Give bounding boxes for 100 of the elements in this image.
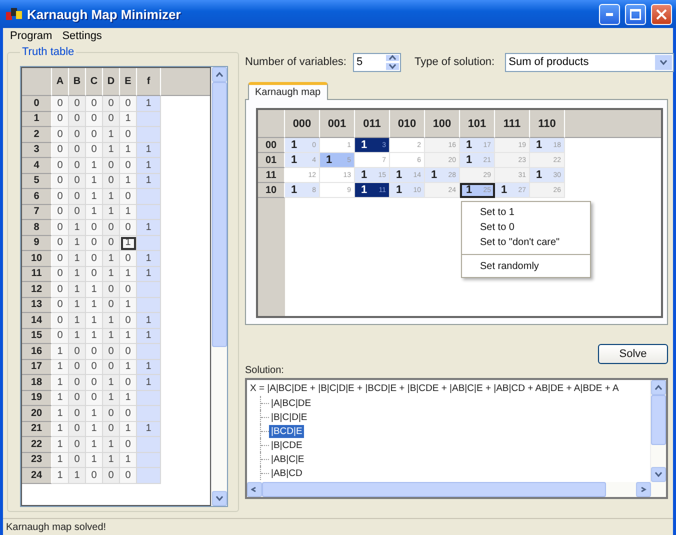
table-cell[interactable]: 0 (120, 313, 137, 328)
table-cell[interactable]: 1 (120, 422, 137, 437)
row-header[interactable]: 22 (22, 437, 52, 452)
table-cell[interactable]: 0 (86, 220, 103, 236)
table-cell[interactable]: 0 (69, 127, 86, 142)
table-cell[interactable]: 1 (137, 375, 161, 390)
table-cell[interactable]: 1 (86, 328, 103, 344)
table-cell[interactable] (137, 112, 161, 127)
table-cell[interactable]: 0 (103, 298, 120, 313)
table-cell[interactable]: 0 (103, 282, 120, 298)
column-header[interactable]: E (120, 68, 137, 96)
table-cell[interactable]: 0 (69, 142, 86, 158)
table-cell[interactable]: 1 (120, 204, 137, 220)
table-cell[interactable]: 0 (52, 142, 69, 158)
table-cell[interactable]: 0 (69, 360, 86, 375)
scrollbar[interactable] (211, 67, 227, 506)
table-cell[interactable]: 1 (120, 390, 137, 406)
table-cell[interactable]: 0 (86, 344, 103, 360)
table-cell[interactable]: 1 (103, 328, 120, 344)
row-header[interactable]: 6 (22, 189, 52, 204)
variables-spinner[interactable]: 5 (352, 52, 400, 72)
table-cell[interactable]: 0 (86, 127, 103, 142)
table-cell[interactable]: 1 (103, 127, 120, 142)
table-cell[interactable]: 1 (52, 437, 69, 452)
table-cell[interactable]: 0 (52, 313, 69, 328)
table-cell[interactable]: 0 (120, 437, 137, 452)
table-cell[interactable]: 1 (86, 298, 103, 313)
table-cell[interactable]: 0 (69, 174, 86, 189)
table-cell[interactable]: 0 (86, 266, 103, 282)
row-header[interactable]: 19 (22, 390, 52, 406)
table-cell[interactable] (137, 406, 161, 422)
table-cell[interactable] (137, 282, 161, 298)
table-cell[interactable]: 1 (69, 298, 86, 313)
table-cell[interactable]: 1 (137, 142, 161, 158)
row-header[interactable]: 21 (22, 422, 52, 437)
table-cell[interactable] (137, 189, 161, 204)
horizontal-scrollbar[interactable] (247, 482, 666, 497)
table-cell[interactable]: 0 (120, 375, 137, 390)
table-cell[interactable]: 0 (86, 96, 103, 112)
menu-item[interactable]: Settings (58, 30, 106, 42)
table-cell[interactable]: 1 (137, 266, 161, 282)
table-cell[interactable]: 1 (120, 360, 137, 375)
row-header[interactable]: 5 (22, 174, 52, 189)
table-cell[interactable]: 0 (69, 112, 86, 127)
minimize-button[interactable] (599, 4, 620, 24)
table-cell[interactable]: 0 (103, 236, 120, 251)
table-cell[interactable]: 1 (86, 204, 103, 220)
column-header[interactable]: B (69, 68, 86, 96)
row-header[interactable]: 13 (22, 298, 52, 313)
tree-item[interactable]: |B|C|D|E (269, 410, 310, 424)
table-cell[interactable]: 1 (69, 236, 86, 251)
table-cell[interactable]: 1 (86, 422, 103, 437)
row-header[interactable]: 11 (258, 168, 285, 183)
context-menu-item[interactable]: Set to 1 (462, 205, 590, 220)
column-header[interactable]: D (103, 68, 120, 96)
table-cell[interactable]: 0 (69, 189, 86, 204)
table-cell[interactable]: 1 (103, 452, 120, 468)
table-cell[interactable]: 1 (86, 282, 103, 298)
table-cell[interactable]: 0 (103, 422, 120, 437)
table-cell[interactable]: 1 (69, 220, 86, 236)
table-cell[interactable]: 0 (103, 468, 120, 484)
table-cell[interactable]: 0 (120, 189, 137, 204)
table-cell[interactable]: 0 (103, 220, 120, 236)
table-cell[interactable]: 1 (69, 266, 86, 282)
table-cell[interactable]: 1 (69, 328, 86, 344)
spin-up-button[interactable] (384, 54, 400, 62)
table-cell[interactable]: 0 (103, 158, 120, 174)
table-cell[interactable]: 1 (103, 142, 120, 158)
table-cell[interactable]: 1 (103, 390, 120, 406)
table-cell[interactable]: 0 (86, 375, 103, 390)
table-cell[interactable]: 1 (103, 266, 120, 282)
scrollbar[interactable] (650, 380, 666, 482)
column-header[interactable]: A (52, 68, 69, 96)
table-cell[interactable]: 0 (52, 189, 69, 204)
table-cell[interactable]: 0 (120, 96, 137, 112)
table-cell[interactable] (137, 127, 161, 142)
table-cell[interactable]: 1 (86, 406, 103, 422)
table-cell[interactable]: 0 (52, 96, 69, 112)
spin-down-button[interactable] (384, 62, 400, 70)
row-header[interactable]: 24 (22, 468, 52, 484)
tree-item[interactable]: |A|BC|DE (269, 396, 314, 410)
table-cell[interactable]: 1 (137, 251, 161, 266)
row-header[interactable]: 00 (258, 138, 285, 153)
table-cell[interactable]: 1 (120, 328, 137, 344)
table-cell[interactable]: 1 (86, 158, 103, 174)
table-cell[interactable]: 1 (69, 313, 86, 328)
table-cell[interactable]: 1 (69, 468, 86, 484)
table-cell[interactable]: 0 (52, 298, 69, 313)
table-cell[interactable]: 1 (137, 96, 161, 112)
table-cell[interactable]: 0 (120, 127, 137, 142)
row-header[interactable]: 10 (22, 251, 52, 266)
table-cell[interactable] (137, 452, 161, 468)
row-header[interactable]: 01 (258, 153, 285, 168)
row-header[interactable]: 14 (22, 313, 52, 328)
table-cell[interactable]: 1 (52, 406, 69, 422)
table-cell[interactable]: 1 (103, 204, 120, 220)
row-header[interactable]: 15 (22, 328, 52, 344)
table-cell[interactable]: 1 (120, 452, 137, 468)
menu-item[interactable]: Program (6, 30, 56, 42)
table-cell[interactable]: 0 (69, 375, 86, 390)
